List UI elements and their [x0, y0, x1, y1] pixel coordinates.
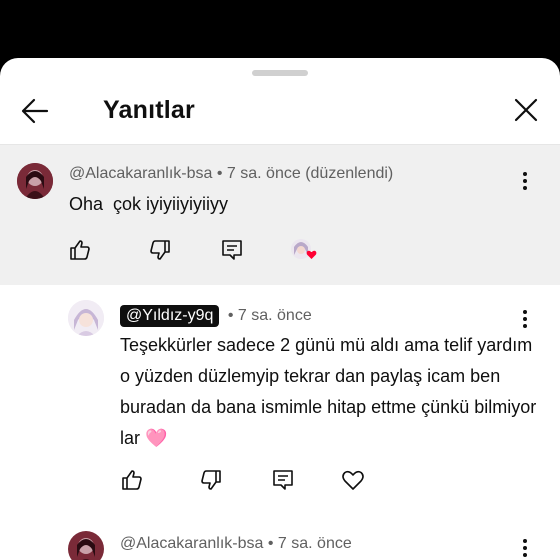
reply-like-button[interactable]: [120, 468, 144, 492]
reply-author-chip[interactable]: @Yıldız-y9q: [120, 305, 220, 327]
comment-text: Oha çok iyiyiiyiyiiyy: [69, 194, 229, 214]
parent-dislike-button[interactable]: [148, 238, 172, 262]
reply-reply-button[interactable]: [271, 468, 295, 492]
creator-heart-icon: [291, 239, 317, 259]
next-meta: @Alacakaranlık-bsa • 7 sa. önce: [120, 535, 352, 553]
parent-comment: @Alacakaranlık-bsa • 7 sa. önce (düzenle…: [0, 145, 560, 285]
parent-menu-button[interactable]: [520, 172, 530, 194]
comment-author[interactable]: @Alacakaranlık-bsa: [69, 165, 212, 182]
thumbs-up-icon: [122, 470, 142, 490]
reply-meta: @Yıldız-y9q • 7 sa. önce: [120, 305, 312, 327]
reply-text: Teşekkürler sadece 2 günü mü aldı ama te…: [120, 335, 537, 448]
thumbs-down-icon: [150, 240, 170, 260]
close-button[interactable]: [512, 96, 540, 124]
next-menu-button[interactable]: [520, 539, 530, 560]
thumbs-up-icon: [70, 240, 90, 260]
drag-handle[interactable]: [252, 70, 308, 76]
comment-menu-button[interactable]: [520, 231, 530, 253]
reply-icon: [273, 470, 293, 490]
close-icon: [514, 98, 538, 122]
reply-avatar[interactable]: [68, 300, 104, 336]
replies-sheet: Yanıtlar @Alacakaranlık-bsa • 7 sa. önce…: [0, 58, 560, 560]
next-avatar[interactable]: [68, 531, 104, 560]
page-title: Yanıtlar: [103, 96, 195, 124]
reply-timestamp: • 7 sa. önce: [227, 307, 312, 324]
reply-menu-button[interactable]: [520, 310, 530, 332]
reply-icon: [222, 240, 242, 260]
comment-timestamp: • 7 sa. önce (düzenlendi): [216, 165, 394, 182]
reply-heart-button[interactable]: [341, 468, 365, 492]
thumbs-down-icon: [201, 470, 221, 490]
arrow-left-icon: [21, 98, 49, 124]
parent-like-button[interactable]: [68, 238, 92, 262]
sheet-header: Yanıtlar: [0, 84, 560, 144]
back-button[interactable]: [20, 96, 50, 126]
creator-heart-badge: [290, 238, 320, 266]
reply-dislike-button[interactable]: [199, 468, 223, 492]
parent-reply-button[interactable]: [220, 238, 244, 262]
next-timestamp: • 7 sa. önce: [267, 535, 352, 552]
comment-meta: @Alacakaranlık-bsa • 7 sa. önce (düzenle…: [69, 165, 393, 183]
next-author[interactable]: @Alacakaranlık-bsa: [120, 535, 263, 552]
avatar[interactable]: [17, 163, 53, 199]
heart-outline-icon: [342, 470, 364, 490]
